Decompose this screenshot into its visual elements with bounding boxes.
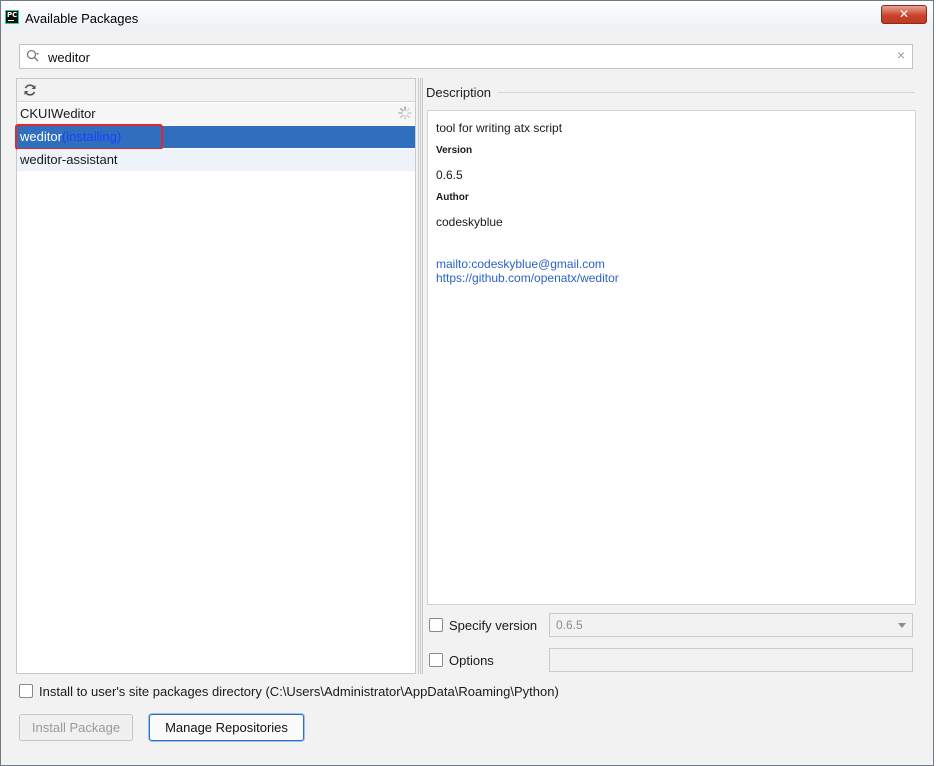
package-summary: tool for writing atx script [436,121,563,135]
description-divider [498,92,915,93]
chevron-down-icon [898,623,906,628]
description-label: Description [426,85,492,100]
description-panel: tool for writing atx script Version 0.6.… [427,110,916,605]
search-input[interactable] [48,48,888,66]
specify-version-checkbox[interactable] [429,618,443,632]
author-label: Author [436,192,469,203]
clear-icon[interactable]: × [897,47,905,63]
window-title: Available Packages [25,11,139,26]
options-input[interactable] [549,648,913,672]
panel-splitter[interactable] [418,78,424,674]
package-item-weditor-assistant[interactable]: weditor-assistant [17,149,415,171]
available-packages-dialog: PC Available Packages ✕ × CKUIWeditor [0,0,934,766]
author-value: codeskyblue [436,215,503,229]
version-select[interactable]: 0.6.5 [549,613,913,637]
install-to-user-label: Install to user's site packages director… [39,684,559,699]
spinner-icon [398,106,412,120]
search-icon [26,49,39,62]
manage-repositories-button[interactable]: Manage Repositories [149,714,304,741]
highlight-box [15,124,163,150]
install-package-button[interactable]: Install Package [19,714,133,741]
options-label: Options [449,653,494,668]
specify-version-label: Specify version [449,618,538,633]
install-to-user-checkbox[interactable] [19,684,33,698]
list-toolbar [17,79,415,102]
title-bar: PC Available Packages ✕ [1,1,933,31]
app-icon: PC [5,10,19,24]
package-name: CKUIWeditor [20,106,96,121]
options-checkbox[interactable] [429,653,443,667]
refresh-icon[interactable] [23,83,37,97]
version-select-value: 0.6.5 [556,618,583,632]
version-label: Version [436,145,473,156]
version-value: 0.6.5 [436,168,463,182]
package-list: CKUIWeditor weditor(installing) weditor-… [15,78,416,674]
close-button[interactable]: ✕ [881,5,927,24]
package-name: weditor-assistant [20,152,118,167]
search-box[interactable]: × [19,44,913,69]
package-item-ckuiweditor[interactable]: CKUIWeditor [17,103,415,125]
homepage-link[interactable]: https://github.com/openatx/weditor [436,271,619,285]
package-item-weditor[interactable]: weditor(installing) [15,124,415,150]
email-link[interactable]: mailto:codeskyblue@gmail.com [436,257,605,271]
